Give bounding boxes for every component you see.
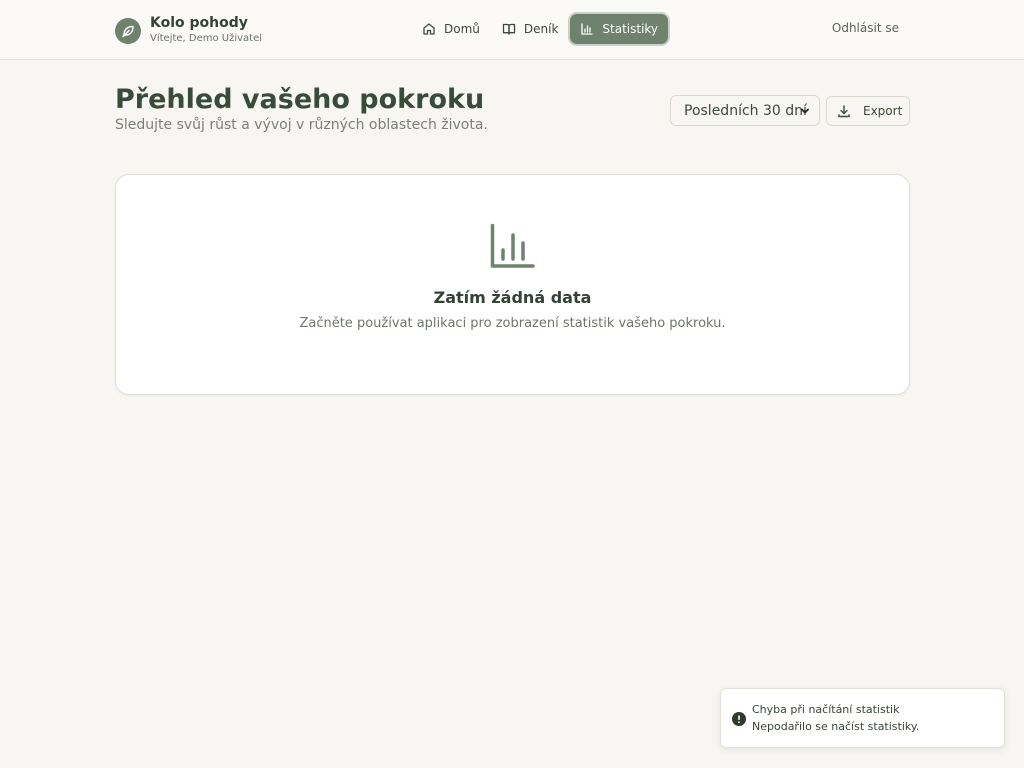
- nav-item-statistics[interactable]: Statistiky: [570, 14, 669, 44]
- export-button[interactable]: Export: [826, 96, 910, 126]
- welcome-text: Vítejte, Demo Uživatel: [150, 33, 263, 44]
- chevron-down-icon: [801, 108, 809, 114]
- nav-item-home-label: Domů: [444, 22, 480, 36]
- export-label: Export: [863, 104, 903, 118]
- error-toast[interactable]: Chyba při načítání statistik Nepodařilo …: [720, 688, 1005, 748]
- empty-state-text: Začněte používat aplikaci pro zobrazení …: [299, 316, 726, 331]
- app-name: Kolo pohody: [150, 15, 248, 31]
- page-title: Přehled vašeho pokroku: [115, 84, 485, 115]
- toast-text: Nepodařilo se načíst statistiky.: [752, 720, 920, 733]
- empty-state-title: Zatím žádná data: [433, 288, 592, 307]
- empty-state-card: Zatím žádná data Začněte používat aplika…: [115, 174, 910, 395]
- top-navigation-bar: Kolo pohody Vítejte, Demo Uživatel Domů …: [0, 0, 1024, 60]
- download-icon: [838, 105, 850, 118]
- book-icon: [502, 23, 516, 35]
- date-range-select[interactable]: Posledních 30 dní: [670, 95, 820, 126]
- toast-title: Chyba při načítání statistik: [752, 703, 900, 716]
- alert-circle-icon: [732, 712, 746, 726]
- nav-item-journal-label: Deník: [523, 22, 559, 36]
- leaf-icon: [115, 17, 141, 44]
- page-subtitle: Sledujte svůj růst a vývoj v různých obl…: [115, 117, 488, 133]
- nav-item-home[interactable]: Domů: [412, 14, 490, 44]
- home-icon: [423, 23, 435, 35]
- brand[interactable]: Kolo pohody Vítejte, Demo Uživatel: [115, 15, 262, 46]
- date-range-value: Posledních 30 dní: [684, 102, 807, 119]
- nav-item-statistics-label: Statistiky: [602, 22, 659, 36]
- main-nav: Domů Deník Statistiky: [412, 14, 669, 44]
- bar-chart-icon: [581, 23, 594, 35]
- bar-chart-icon: [490, 223, 535, 268]
- nav-item-journal[interactable]: Deník: [492, 14, 569, 44]
- logout-link[interactable]: Odhlásit se: [832, 21, 899, 35]
